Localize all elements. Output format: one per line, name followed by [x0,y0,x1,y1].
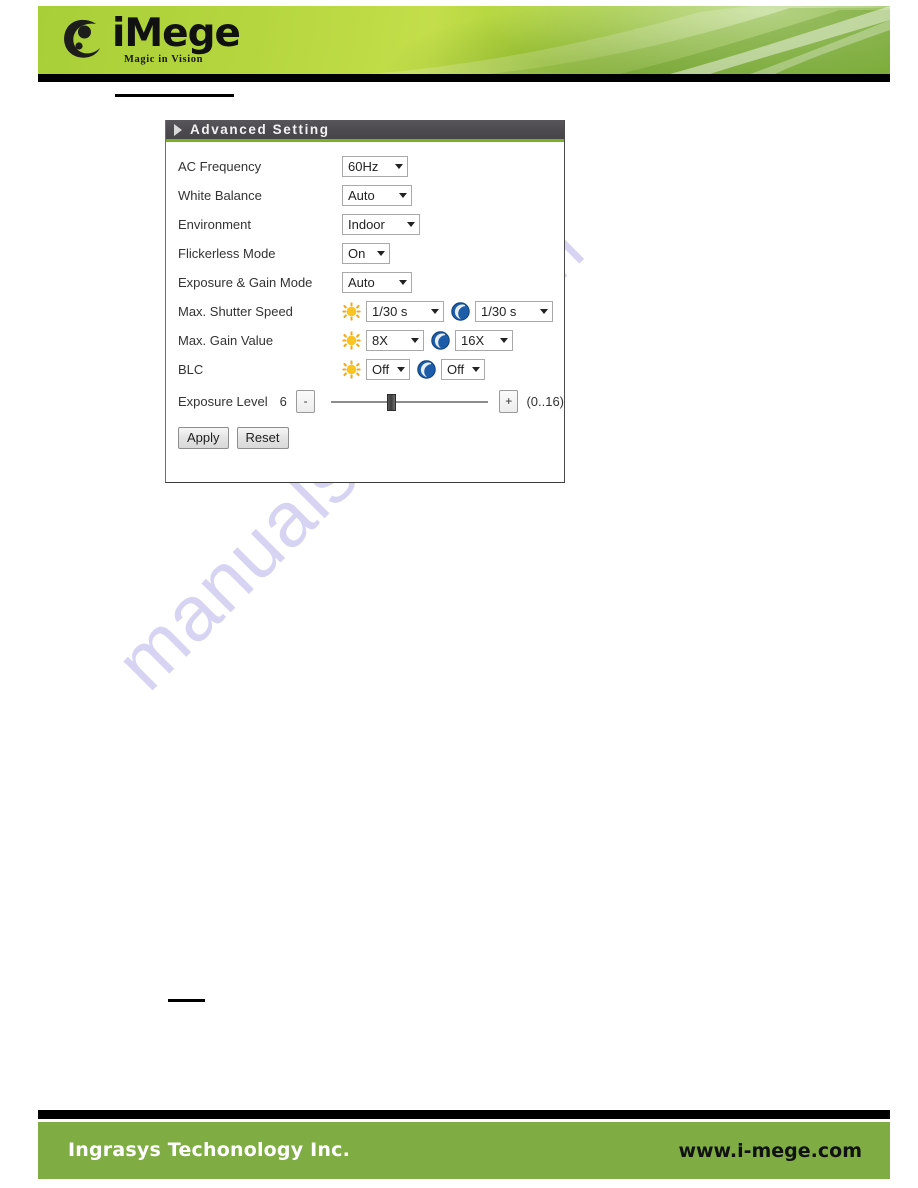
chevron-down-icon [540,309,548,314]
label-max-gain-value: Max. Gain Value [178,333,274,348]
sun-icon [342,302,361,321]
moon-icon [431,331,450,350]
chevron-down-icon [411,338,419,343]
exposure-decrement-button[interactable]: - [295,389,316,413]
select-white-balance[interactable]: Auto [342,185,412,206]
panel-actions: Apply Reset [178,427,564,449]
select-blc-day-value: Off [372,362,390,377]
moon-icon [451,302,470,321]
logo-wordmark: iMege [112,11,241,56]
row-white-balance: White Balance Auto [178,181,564,210]
chevron-down-icon [397,367,406,372]
select-environment-value: Indoor [348,217,385,232]
row-max-shutter-speed: Max. Shutter Speed 1/30 s 1/30 s [178,297,564,326]
footer-website[interactable]: www.i-mege.com [678,1140,862,1162]
row-max-gain-value: Max. Gain Value 8X 16X [178,326,564,355]
chevron-down-icon [472,367,481,372]
chevron-down-icon [377,251,385,256]
label-flickerless-mode: Flickerless Mode [178,246,276,261]
header-black-divider [38,74,890,82]
triangle-right-icon [174,123,182,136]
redaction-rule-middle [168,999,205,1002]
row-ac-frequency: AC Frequency 60Hz [178,152,564,181]
exposure-range-hint: (0..16) [526,393,565,409]
row-exposure-level: Exposure Level 6 - + (0..16) [178,384,564,418]
select-max-shutter-speed-day-value: 1/30 s [372,304,408,319]
sun-icon [342,360,361,379]
select-exposure-gain-mode-value: Auto [348,275,375,290]
select-blc-night-value: Off [447,362,465,377]
label-ac-frequency: AC Frequency [178,159,262,174]
select-max-shutter-speed-day[interactable]: 1/30 s [366,301,444,322]
select-max-shutter-speed-night[interactable]: 1/30 s [475,301,553,322]
row-flickerless-mode: Flickerless Mode On [178,239,564,268]
select-max-shutter-speed-night-value: 1/30 s [481,304,517,319]
chevron-down-icon [395,164,403,169]
select-blc-day[interactable]: Off [366,359,410,380]
label-environment: Environment [178,217,251,232]
select-max-gain-value-day[interactable]: 8X [366,330,424,351]
label-exposure-gain-mode: Exposure & Gain Mode [178,275,313,290]
exposure-increment-button[interactable]: + [499,389,519,413]
select-blc-night[interactable]: Off [441,359,485,380]
label-max-shutter-speed: Max. Shutter Speed [178,304,293,319]
select-environment[interactable]: Indoor [342,214,420,235]
footer-black-divider [38,1110,890,1119]
select-max-gain-value-night-value: 16X [461,333,485,348]
select-ac-frequency-value: 60Hz [348,159,379,174]
slider-track [331,400,489,403]
footer-company-name: Ingrasys Techonology Inc. [68,1139,350,1161]
footer-bar: Ingrasys Techonology Inc. www.i-mege.com [38,1122,890,1179]
banner-swoosh-decoration [370,6,890,74]
select-flickerless-mode[interactable]: On [342,243,390,264]
row-environment: Environment Indoor [178,210,564,239]
chevron-down-icon [399,193,407,198]
chevron-down-icon [500,338,508,343]
row-blc: BLC Off Off [178,355,564,384]
select-white-balance-value: Auto [348,188,375,203]
moon-icon [417,360,436,379]
row-exposure-gain-mode: Exposure & Gain Mode Auto [178,268,564,297]
apply-button[interactable]: Apply [178,427,229,449]
panel-header[interactable]: Advanced Setting [166,120,564,142]
sun-icon [342,331,361,350]
chevron-down-icon [431,309,439,314]
chevron-down-icon [407,222,415,227]
label-exposure-level: Exposure Level [178,393,268,409]
select-ac-frequency[interactable]: 60Hz [342,156,408,177]
chevron-down-icon [399,280,407,285]
label-white-balance: White Balance [178,188,262,203]
select-exposure-gain-mode[interactable]: Auto [342,272,412,293]
panel-title: Advanced Setting [190,122,330,137]
panel-body: AC Frequency 60Hz White Balance Auto Env… [166,142,564,482]
reset-button[interactable]: Reset [236,427,289,449]
brand-logo: iMege Magic in Vision [62,12,272,68]
select-flickerless-mode-value: On [348,246,366,261]
exposure-level-slider[interactable] [331,390,489,413]
select-max-gain-value-day-value: 8X [372,333,388,348]
exposure-level-value: 6 [279,393,287,409]
label-blc: BLC [178,362,204,377]
document-page: iMege Magic in Vision manualshive.com Ad… [0,0,918,1188]
slider-thumb[interactable] [387,393,397,411]
logo-tagline: Magic in Vision [124,54,204,65]
select-max-gain-value-night[interactable]: 16X [455,330,513,351]
imege-swoosh-icon [64,19,100,58]
redaction-rule-top [115,94,234,97]
advanced-setting-panel: Advanced Setting AC Frequency 60Hz White… [165,120,565,483]
